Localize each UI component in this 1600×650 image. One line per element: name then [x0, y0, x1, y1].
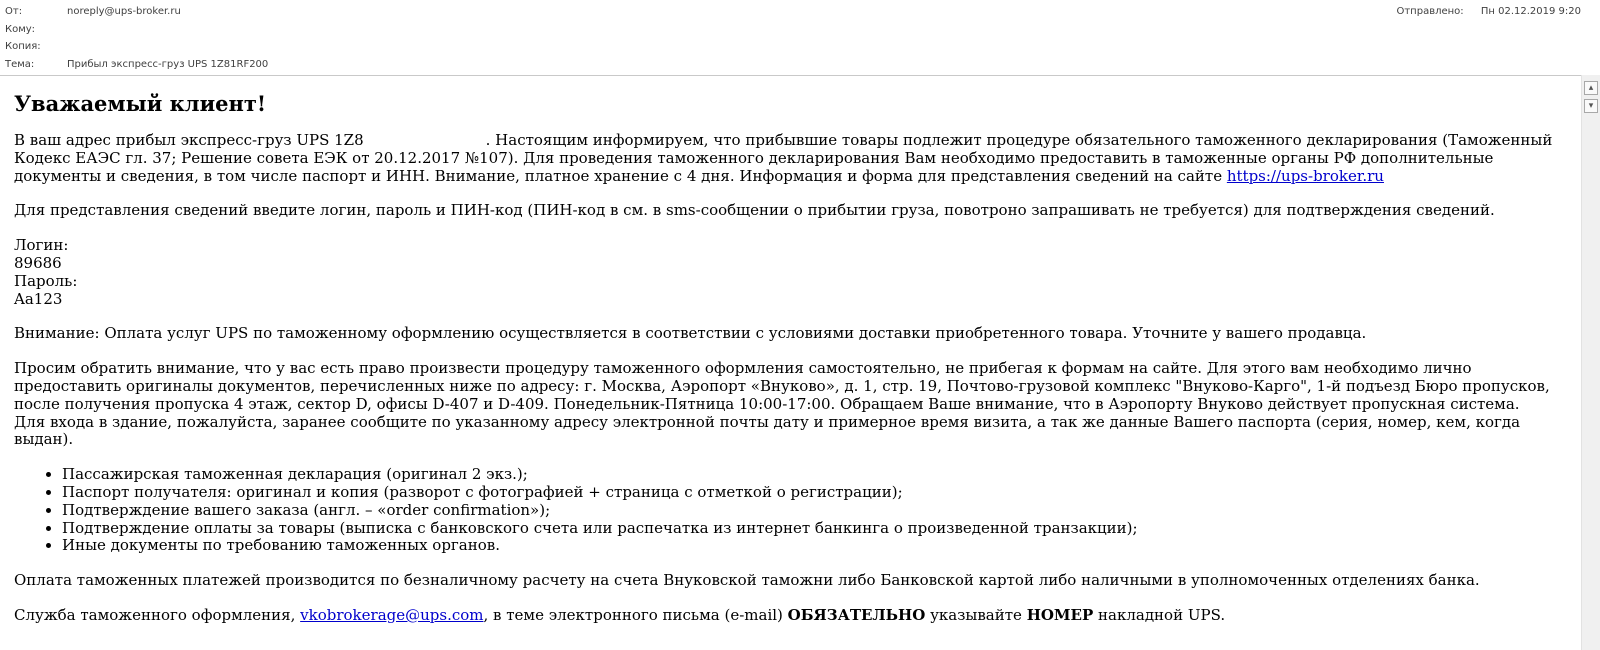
contact-text-start: Служба таможенного оформления,: [14, 605, 296, 624]
login-label: Логин:: [14, 236, 69, 255]
paragraph-credentials-intro: Для представления сведений введите логин…: [14, 201, 1495, 220]
message-header: От: noreply@ups-broker.ru Кому: Копия: Т…: [0, 0, 1600, 75]
credentials-block: Логин: 89686 Пароль: Aa123: [14, 236, 1554, 308]
email-link[interactable]: vkobrokerage@ups.com: [300, 606, 483, 624]
list-item: Паспорт получателя: оригинал и копия (ра…: [62, 483, 1554, 502]
from-label: От:: [5, 6, 23, 17]
message-body[interactable]: Уважаемый клиент! В ваш адрес прибыл экс…: [0, 75, 1600, 650]
contact-text-mid: , в теме электронного письма (e-mail): [483, 605, 783, 624]
paragraph-contact: Служба таможенного оформления, vkobroker…: [14, 605, 1554, 625]
contact-text-specify: указывайте: [930, 605, 1022, 624]
paragraph-arrival: В ваш адрес прибыл экспресс-груз UPS 1Z8…: [14, 131, 1554, 185]
sent-value: Пн 02.12.2019 9:20: [1480, 6, 1581, 17]
message-content: Уважаемый клиент! В ваш адрес прибыл экс…: [14, 89, 1554, 642]
greeting-heading: Уважаемый клиент!: [14, 91, 267, 116]
bold-mandatory: ОБЯЗАТЕЛЬНО: [787, 605, 926, 624]
paragraph-customs-payment: Оплата таможенных платежей производится …: [14, 571, 1480, 590]
list-item: Подтверждение вашего заказа (англ. – «or…: [62, 501, 1554, 520]
login-value: 89686: [14, 253, 62, 272]
vertical-scrollbar[interactable]: ▴ ▾: [1581, 75, 1600, 650]
contact-text-end: накладной UPS.: [1098, 605, 1226, 624]
scroll-up-icon[interactable]: ▴: [1584, 81, 1598, 95]
password-value: Aa123: [14, 289, 63, 308]
list-item: Пассажирская таможенная декларация (ориг…: [62, 465, 1554, 484]
cc-label: Копия:: [5, 41, 41, 52]
subject-label: Тема:: [5, 59, 35, 70]
list-item: Иные документы по требованию таможенных …: [62, 537, 1554, 555]
list-item: Подтверждение оплаты за товары (выписка …: [62, 519, 1554, 538]
documents-list: Пассажирская таможенная декларация (ориг…: [14, 465, 1554, 555]
sent-label: Отправлено:: [1396, 6, 1464, 17]
paragraph-payment-notice: Внимание: Оплата услуг UPS по таможенном…: [14, 324, 1367, 343]
scroll-thumb-icon[interactable]: ▾: [1584, 99, 1598, 113]
bold-number: НОМЕР: [1026, 605, 1094, 624]
subject-value: Прибыл экспресс-груз UPS 1Z81RF200: [67, 59, 269, 70]
site-link[interactable]: https://ups-broker.ru: [1227, 167, 1384, 185]
to-label: Кому:: [5, 24, 36, 35]
arrival-text-start: В ваш адрес прибыл экспресс-груз UPS 1Z8: [14, 131, 364, 149]
password-label: Пароль:: [14, 271, 78, 290]
paragraph-self-clearance: Просим обратить внимание, что у вас есть…: [14, 359, 1550, 449]
from-value[interactable]: noreply@ups-broker.ru: [67, 5, 181, 19]
sent-row: Отправлено: Пн 02.12.2019 9:20: [1396, 5, 1581, 19]
